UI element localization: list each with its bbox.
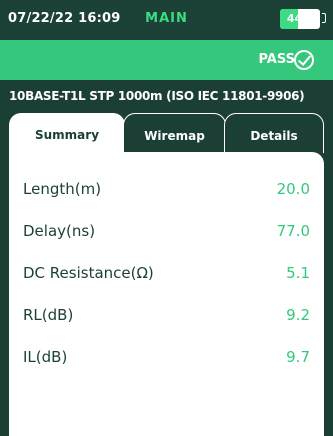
- result-label: PASS: [258, 52, 295, 67]
- result-row: RL(dB) 9.2: [9, 306, 324, 330]
- status-bar: 07/22/22 16:09 MAIN 44%: [0, 0, 333, 40]
- test-standard: 10BASE-T1L STP 1000m (ISO IEC 11801-9906…: [9, 89, 305, 103]
- row-label: RL(dB): [23, 306, 74, 324]
- row-value: 5.1: [286, 264, 310, 282]
- row-label: Delay(ns): [23, 222, 96, 240]
- result-row: Delay(ns) 77.0: [9, 222, 324, 246]
- tab-wiremap[interactable]: Wiremap: [123, 113, 226, 153]
- row-value: 9.7: [286, 348, 310, 366]
- result-banner: PASS: [0, 40, 333, 80]
- row-value: 77.0: [276, 222, 310, 240]
- tab-summary[interactable]: Summary: [9, 113, 125, 157]
- summary-panel: Length(m) 20.0 Delay(ns) 77.0 DC Resista…: [9, 152, 324, 436]
- battery-icon: 44%: [280, 9, 320, 29]
- tab-details[interactable]: Details: [224, 113, 324, 153]
- row-label: Length(m): [23, 180, 102, 198]
- check-circle-icon: [294, 50, 314, 70]
- row-label: IL(dB): [23, 348, 68, 366]
- result-row: Length(m) 20.0: [9, 180, 324, 204]
- device-screen: 07/22/22 16:09 MAIN 44% PASS 10BASE-T1L …: [0, 0, 333, 436]
- battery-label: 44%: [286, 12, 314, 25]
- battery-tip: [322, 13, 326, 23]
- result-row: DC Resistance(Ω) 5.1: [9, 264, 324, 288]
- row-label: DC Resistance(Ω): [23, 264, 154, 282]
- row-value: 20.0: [276, 180, 310, 198]
- result-row: IL(dB) 9.7: [9, 348, 324, 372]
- row-value: 9.2: [286, 306, 310, 324]
